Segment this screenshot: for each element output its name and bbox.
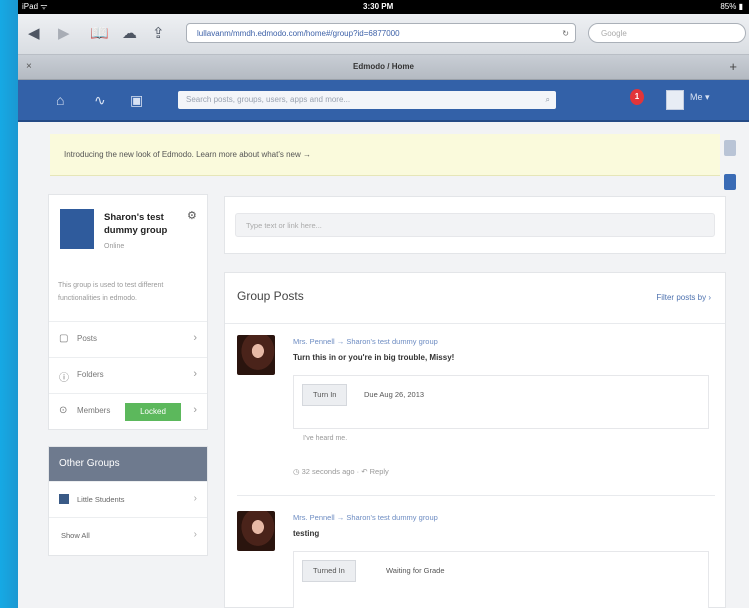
chevron-right-icon: › — [193, 368, 197, 380]
group-info-card: Sharon's test dummy group Online ⚙ This … — [48, 194, 208, 430]
browser-toolbar: ◀ ▶ 📖 ☁ ⇪ lullavanm/mmdh.edmodo.com/home… — [18, 14, 749, 55]
posts-title: Group Posts — [237, 289, 304, 303]
author-avatar[interactable] — [237, 511, 275, 551]
post-author[interactable]: Mrs. Pennell → Sharon's test dummy group — [293, 513, 438, 522]
group-row-label: Members — [77, 406, 111, 415]
group-color-swatch — [59, 494, 69, 504]
reload-icon[interactable]: ↻ — [562, 24, 569, 44]
edmodo-nav-bar: ⌂ ∿ ▣ Search posts, groups, users, apps … — [18, 80, 749, 122]
divider — [225, 323, 725, 324]
grade-status: Waiting for Grade — [386, 566, 445, 575]
turn-in-button[interactable]: Turn In — [302, 384, 348, 406]
group-row-members[interactable]: ⊙ Members Locked › — [49, 393, 207, 430]
divider — [237, 495, 715, 496]
group-row-label: Posts — [77, 334, 98, 343]
device-label: iPad ᯤ — [22, 2, 48, 11]
share-icon[interactable]: ⇪ — [152, 24, 165, 44]
battery-indicator: 85% ▮ — [720, 2, 743, 11]
clock: 3:30 PM — [363, 2, 394, 11]
planner-icon[interactable]: ▣ — [130, 90, 143, 110]
grid-view-icon[interactable] — [724, 140, 736, 156]
group-row-posts[interactable]: ▢ Posts › — [49, 321, 207, 358]
url-text: lullavanm/mmdh.edmodo.com/home#/group?id… — [197, 29, 400, 38]
group-description: This group is used to test different fun… — [58, 282, 164, 302]
show-all-link[interactable]: Show All › — [49, 517, 207, 554]
browser-tab[interactable]: Edmodo / Home — [18, 55, 749, 79]
home-icon[interactable]: ⌂ — [56, 90, 64, 110]
search-placeholder: Search posts, groups, users, apps and mo… — [186, 95, 351, 104]
cloud-tabs-icon[interactable]: ☁ — [122, 24, 137, 44]
notification-badge[interactable]: 1 — [630, 89, 644, 105]
post-text: testing — [293, 529, 320, 538]
due-date: Due Aug 26, 2013 — [364, 390, 425, 399]
post-author[interactable]: Mrs. Pennell → Sharon's test dummy group — [293, 337, 438, 346]
locked-badge[interactable]: Locked — [125, 403, 181, 421]
post-footer[interactable]: ◷ 32 seconds ago · ↶ Reply — [293, 467, 389, 476]
reply-text: I've heard me. — [303, 435, 348, 442]
group-row-label: Folders — [77, 370, 104, 379]
chevron-right-icon: › — [193, 332, 197, 344]
post-text: Turn this in or you're in big trouble, M… — [293, 353, 455, 362]
other-group-item[interactable]: Little Students › — [49, 481, 207, 518]
turned-in-button[interactable]: Turned In — [302, 560, 356, 582]
show-all-label: Show All — [61, 531, 90, 540]
global-search-input[interactable]: Search posts, groups, users, apps and mo… — [178, 91, 556, 109]
url-bar[interactable]: lullavanm/mmdh.edmodo.com/home#/group?id… — [186, 23, 576, 43]
chevron-right-icon: › — [193, 529, 197, 540]
forward-arrow-icon[interactable]: ▶ — [58, 24, 70, 44]
search-icon[interactable]: ⌕ — [546, 91, 550, 109]
group-avatar — [60, 209, 94, 249]
avatar[interactable] — [666, 90, 684, 110]
post-composer: Type text or link here... — [224, 196, 726, 254]
group-row-folders[interactable]: ⓘ Folders › — [49, 357, 207, 394]
back-arrow-icon[interactable]: ◀ — [28, 24, 40, 44]
chevron-right-icon: › — [193, 493, 197, 504]
side-panel-icon[interactable] — [724, 174, 736, 190]
browser-search-input[interactable]: Google — [588, 23, 746, 43]
gear-icon[interactable]: ⚙ — [187, 209, 197, 222]
group-name[interactable]: Sharon's test dummy group — [104, 211, 184, 237]
notice-banner[interactable]: Introducing the new look of Edmodo. Lear… — [50, 134, 720, 176]
group-posts-card: Group Posts Filter posts by › Mrs. Penne… — [224, 272, 726, 608]
ios-status-bar: iPad ᯤ 3:30 PM 85% ▮ — [18, 0, 749, 14]
new-tab-icon[interactable]: + — [729, 55, 737, 79]
assignment-box: Turn In Due Aug 26, 2013 — [293, 375, 709, 429]
activity-icon[interactable]: ∿ — [94, 90, 106, 110]
other-groups-title: Other Groups — [49, 447, 207, 481]
post-input[interactable]: Type text or link here... — [235, 213, 715, 237]
other-group-label: Little Students — [77, 495, 125, 504]
info-icon: ⓘ — [59, 373, 69, 384]
other-groups-card: Other Groups Little Students › Show All … — [48, 446, 208, 556]
bookmarks-icon[interactable]: 📖 — [90, 24, 109, 44]
ipad-screen: iPad ᯤ 3:30 PM 85% ▮ ◀ ▶ 📖 ☁ ⇪ lullavanm… — [18, 0, 749, 608]
post-item: Mrs. Pennell → Sharon's test dummy group… — [237, 329, 717, 489]
chevron-right-icon: › — [193, 404, 197, 416]
author-avatar[interactable] — [237, 335, 275, 375]
group-subtitle: Online — [104, 243, 125, 250]
assignment-box: Turned In Waiting for Grade — [293, 551, 709, 608]
members-icon: ⊙ — [59, 405, 68, 416]
folder-icon: ▢ — [59, 333, 69, 344]
device-bezel — [0, 0, 18, 608]
me-menu[interactable]: Me ▾ — [690, 92, 710, 103]
post-item: Mrs. Pennell → Sharon's test dummy group… — [237, 505, 717, 608]
filter-posts-link[interactable]: Filter posts by › — [656, 293, 711, 302]
browser-tab-bar: × Edmodo / Home + — [18, 55, 749, 80]
